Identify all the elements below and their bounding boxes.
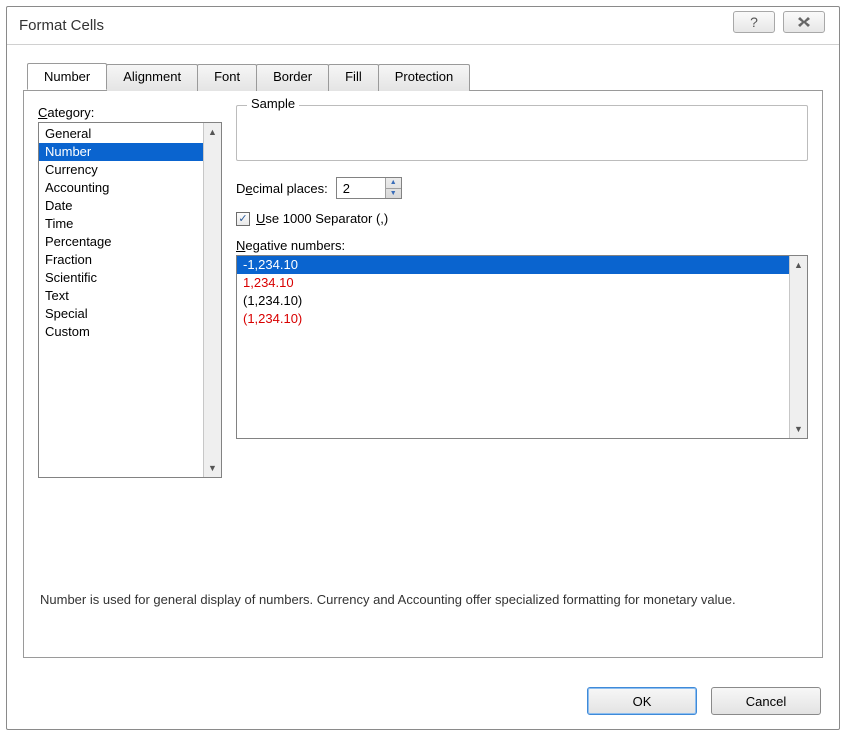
decimal-places-input[interactable] [337, 178, 385, 198]
ok-button[interactable]: OK [587, 687, 697, 715]
category-description: Number is used for general display of nu… [40, 591, 806, 609]
category-item[interactable]: Fraction [39, 251, 203, 269]
category-item[interactable]: Percentage [39, 233, 203, 251]
category-item[interactable]: Currency [39, 161, 203, 179]
dialog-title: Format Cells [7, 17, 104, 34]
scroll-down-icon[interactable]: ▼ [204, 459, 221, 477]
scroll-up-icon[interactable]: ▲ [204, 123, 221, 141]
negative-format-item[interactable]: 1,234.10 [237, 274, 789, 292]
category-scrollbar[interactable]: ▲ ▼ [203, 123, 221, 477]
negative-format-item[interactable]: -1,234.10 [237, 256, 789, 274]
tab-panel-number: Category: GeneralNumberCurrencyAccountin… [23, 90, 823, 658]
cancel-button[interactable]: Cancel [711, 687, 821, 715]
tab-protection[interactable]: Protection [378, 64, 471, 91]
spin-up-icon[interactable]: ▲ [386, 178, 401, 189]
category-list[interactable]: GeneralNumberCurrencyAccountingDateTimeP… [38, 122, 222, 478]
negative-format-item[interactable]: (1,234.10) [237, 292, 789, 310]
negative-numbers-list[interactable]: -1,234.101,234.10(1,234.10)(1,234.10) ▲ … [236, 255, 808, 439]
category-item[interactable]: Accounting [39, 179, 203, 197]
decimal-places-spinner[interactable]: ▲ ▼ [336, 177, 402, 199]
close-button[interactable] [783, 11, 825, 33]
format-cells-dialog: Format Cells ? NumberAlignmentFontBorder… [6, 6, 840, 730]
category-item[interactable]: General [39, 125, 203, 143]
close-icon [797, 16, 811, 28]
category-item[interactable]: Special [39, 305, 203, 323]
category-item[interactable]: Number [39, 143, 203, 161]
category-item[interactable]: Time [39, 215, 203, 233]
category-label: Category: [38, 105, 222, 120]
tab-font[interactable]: Font [197, 64, 257, 91]
decimal-places-label: Decimal places: [236, 181, 328, 196]
titlebar: Format Cells ? [7, 7, 839, 45]
tab-alignment[interactable]: Alignment [106, 64, 198, 91]
negative-numbers-label: Negative numbers: [236, 238, 808, 253]
thousand-separator-checkbox[interactable]: ✓ [236, 212, 250, 226]
sample-group: Sample [236, 105, 808, 161]
category-item[interactable]: Date [39, 197, 203, 215]
category-item[interactable]: Scientific [39, 269, 203, 287]
negative-format-item[interactable]: (1,234.10) [237, 310, 789, 328]
category-item[interactable]: Custom [39, 323, 203, 341]
tabstrip: NumberAlignmentFontBorderFillProtection [27, 63, 823, 90]
category-item[interactable]: Text [39, 287, 203, 305]
dialog-footer: OK Cancel [587, 687, 821, 715]
scroll-up-icon[interactable]: ▲ [790, 256, 807, 274]
scroll-down-icon[interactable]: ▼ [790, 420, 807, 438]
tab-number[interactable]: Number [27, 63, 107, 90]
negative-scrollbar[interactable]: ▲ ▼ [789, 256, 807, 438]
thousand-separator-label: Use 1000 Separator (,) [256, 211, 388, 226]
sample-label: Sample [247, 96, 299, 111]
help-button[interactable]: ? [733, 11, 775, 33]
tab-border[interactable]: Border [256, 64, 329, 91]
spin-down-icon[interactable]: ▼ [386, 189, 401, 199]
tab-fill[interactable]: Fill [328, 64, 379, 91]
